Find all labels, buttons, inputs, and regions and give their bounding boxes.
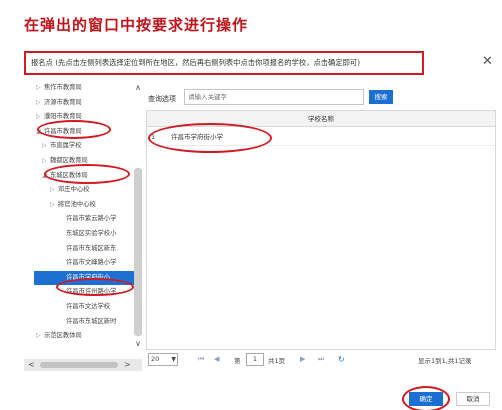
collapsed-arrow-icon[interactable]: ▷ xyxy=(42,154,50,168)
tree-item[interactable]: 许昌市文达学校 xyxy=(24,300,110,314)
tree-horizontal-scrollbar[interactable]: < > xyxy=(24,359,142,371)
tree-item[interactable]: ▷ 市直属学校 xyxy=(24,139,81,153)
tree-item-label: 东城区实验学校小 xyxy=(66,230,117,237)
tree-item-label: 將官池中心校 xyxy=(58,200,96,208)
next-page-icon[interactable]: ▶ xyxy=(300,355,305,363)
scroll-right-icon[interactable]: > xyxy=(124,359,131,371)
pager-info: 显示1到1,共1记录 xyxy=(418,357,472,365)
scroll-up-icon[interactable]: ∧ xyxy=(132,82,144,94)
region-tree: ▷ 焦作市教育局 ▷ 济源市教育局 ▷ 濮阳市教育局 ◢ 许昌市教育局 ▷ 市直属学校 ▷ 魏都区教育… xyxy=(24,80,142,374)
confirm-button[interactable]: 确定 xyxy=(409,392,443,406)
horizontal-scroll-thumb[interactable] xyxy=(40,362,118,368)
tree-item[interactable]: ◢ 东城区教体局 xyxy=(24,169,88,183)
instruction-heading: 在弹出的窗口中按要求进行操作 xyxy=(24,16,249,34)
scroll-thumb[interactable] xyxy=(134,168,142,336)
dialog-header: 报名点 (先点击左侧列表选择定位到所在地区，然后再右侧列表中点击你项报名的学校，… xyxy=(24,51,496,76)
tree-item[interactable]: ▷ 邓庄中心校 xyxy=(24,183,89,197)
tree-item[interactable]: 东城区实验学校小 xyxy=(24,227,116,241)
tree-item-label: 魏都区教育局 xyxy=(50,157,88,164)
collapsed-arrow-icon[interactable]: ▷ xyxy=(50,183,58,197)
cancel-button[interactable]: 取消 xyxy=(456,392,490,406)
pagination-bar: 20 ▼ ⏮ ◀ 第 1 共1页 ▶ ⏭ ↻ 显示1到1,共1记录 xyxy=(146,352,496,370)
first-page-icon[interactable]: ⏮ xyxy=(198,355,204,364)
tree-item-label: 焦作市教育局 xyxy=(44,84,82,91)
tree-item-label: 许昌市紫云路小学 xyxy=(66,215,117,223)
search-button[interactable]: 搜索 xyxy=(369,90,393,104)
page-number-input[interactable]: 1 xyxy=(246,353,264,366)
collapsed-arrow-icon[interactable]: ▷ xyxy=(36,110,44,124)
tree-item-label: 济源市教育局 xyxy=(44,98,82,106)
tree-item[interactable]: ▷ 魏都区教育局 xyxy=(24,154,88,168)
tree-item[interactable]: ▷ 濮阳市教育局 xyxy=(24,110,82,124)
tree-item[interactable]: ◢ 许昌市教育局 xyxy=(24,125,82,139)
tree-item[interactable]: 许昌市文峰路小学 xyxy=(24,256,116,270)
tree-item[interactable]: 许昌市紫云路小学 xyxy=(24,212,116,226)
collapsed-arrow-icon[interactable]: ▷ xyxy=(36,329,44,343)
previous-page-icon[interactable]: ◀ xyxy=(214,355,219,363)
school-name-cell[interactable]: 许昌市学府街小学 xyxy=(171,128,223,146)
tree-item-label: 濮阳市教育局 xyxy=(44,113,82,121)
tree-item[interactable]: 许昌市学府街小 xyxy=(34,270,134,285)
tree-item-label: 邓庄中心校 xyxy=(58,186,90,194)
tree-item[interactable]: ▷ 示范区教体局 xyxy=(24,329,82,343)
refresh-icon[interactable]: ↻ xyxy=(338,355,345,364)
dialog-title: 报名点 (先点击左侧列表选择定位到所在地区，然后再右侧列表中点击你项报名的学校，… xyxy=(24,51,424,75)
tree-item[interactable]: 许昌市东城区新时 xyxy=(24,315,116,329)
tree-item-label: 许昌市许州路小学 xyxy=(66,288,117,296)
close-icon[interactable]: ✕ xyxy=(482,54,493,69)
page-label-before: 第 xyxy=(234,357,241,365)
tree-item[interactable]: ▷ 將官池中心校 xyxy=(24,198,96,212)
chevron-down-icon: ▼ xyxy=(171,356,176,363)
search-label: 查询选项 xyxy=(148,95,176,103)
tree-item-label: 许昌市文达学校 xyxy=(66,303,111,310)
tree-item-label: 许昌市文峰路小学 xyxy=(66,259,117,267)
tree-item-label: 许昌市东城区新东 xyxy=(66,244,117,252)
last-page-icon[interactable]: ⏭ xyxy=(318,355,324,364)
scroll-down-icon[interactable]: ∨ xyxy=(132,338,144,350)
tree-item-label: 许昌市东城区新时 xyxy=(66,317,117,325)
school-grid: 学校名称 1 许昌市学府街小学 xyxy=(146,110,496,350)
tree-item-label: 东城区教体局 xyxy=(50,171,88,179)
expanded-arrow-icon[interactable]: ◢ xyxy=(42,169,50,183)
tree-item[interactable]: ▷ 济源市教育局 xyxy=(24,96,82,110)
scroll-left-icon[interactable]: < xyxy=(28,359,35,371)
page-label-after: 共1页 xyxy=(268,357,286,365)
expanded-arrow-icon[interactable]: ◢ xyxy=(36,125,44,139)
collapsed-arrow-icon[interactable]: ▷ xyxy=(42,139,50,153)
column-header-school-name: 学校名称 xyxy=(147,111,495,127)
page-size-value: 20 xyxy=(151,355,160,363)
tree-item-label: 许昌市学府街小 xyxy=(66,273,111,281)
tree-vertical-scrollbar[interactable]: ∧ ∨ xyxy=(132,80,144,362)
tree-item-label: 示范区教体局 xyxy=(44,332,82,340)
tree-item[interactable]: 许昌市东城区新东 xyxy=(24,242,116,256)
row-number: 1 xyxy=(151,133,156,141)
tree-item-label: 许昌市教育局 xyxy=(44,127,82,135)
tree-item[interactable]: 许昌市许州路小学 xyxy=(24,285,116,299)
table-row[interactable]: 1 许昌市学府街小学 xyxy=(147,128,495,146)
collapsed-arrow-icon[interactable]: ▷ xyxy=(50,198,58,212)
collapsed-arrow-icon[interactable]: ▷ xyxy=(36,81,44,95)
page-size-select[interactable]: 20 ▼ xyxy=(148,353,178,366)
collapsed-arrow-icon[interactable]: ▷ xyxy=(36,96,44,110)
search-input[interactable] xyxy=(184,89,364,105)
tree-item-label: 市直属学校 xyxy=(50,142,82,150)
tree-item[interactable]: ▷ 焦作市教育局 xyxy=(24,81,82,95)
